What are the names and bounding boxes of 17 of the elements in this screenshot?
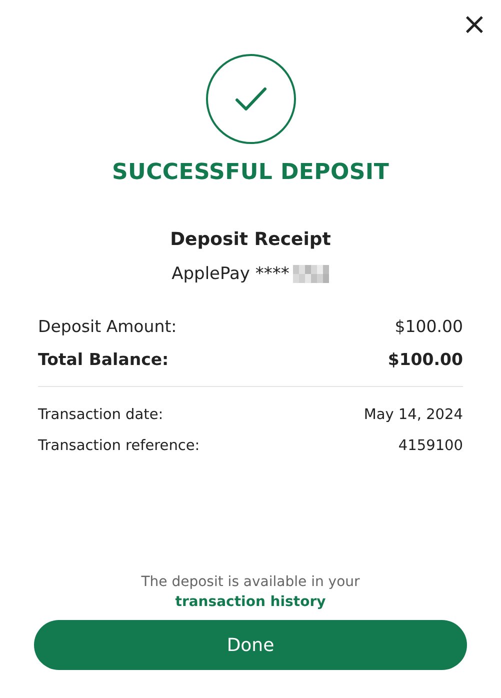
redaction-mosaic bbox=[293, 265, 330, 283]
payment-method: ApplePay **** bbox=[172, 264, 290, 284]
close-button[interactable]: × bbox=[458, 10, 491, 40]
detail-label: Transaction reference: bbox=[38, 438, 200, 454]
amount-label: Deposit Amount: bbox=[38, 317, 177, 336]
detail-value: 4159100 bbox=[398, 438, 463, 454]
success-title: SUCCESSFUL DEPOSIT bbox=[112, 160, 390, 185]
receipt-heading: Deposit Receipt bbox=[170, 229, 331, 250]
checkmark-circle-icon bbox=[206, 54, 296, 144]
transaction-history-link[interactable]: transaction history bbox=[175, 594, 326, 610]
detail-label: Transaction date: bbox=[38, 406, 164, 422]
amount-value: $100.00 bbox=[388, 350, 463, 369]
amount-value: $100.00 bbox=[394, 317, 463, 336]
amount-label: Total Balance: bbox=[38, 350, 169, 369]
done-button[interactable]: Done bbox=[34, 620, 467, 670]
detail-value: May 14, 2024 bbox=[364, 406, 463, 422]
availability-note: The deposit is available in your bbox=[141, 574, 360, 590]
